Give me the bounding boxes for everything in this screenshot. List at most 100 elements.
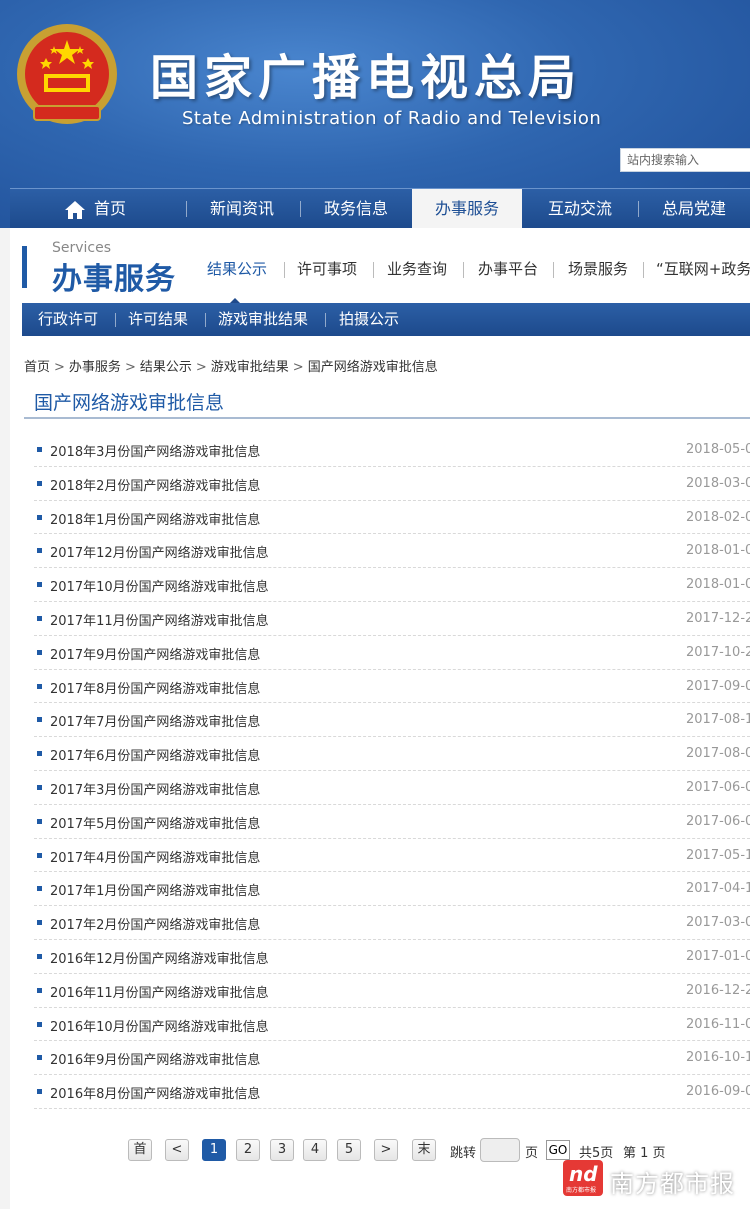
list-item[interactable]: 2017年8月份国产网络游戏审批信息 2017-09-04 [34, 670, 750, 704]
heading-divider [24, 417, 750, 419]
go-button[interactable]: GO [546, 1140, 570, 1160]
nav-services[interactable]: 办事服务 [412, 189, 522, 229]
tab-divider [463, 262, 464, 278]
list-item[interactable]: 2016年9月份国产网络游戏审批信息 2016-10-10 [34, 1041, 750, 1076]
list-item-title[interactable]: 2017年11月份国产网络游戏审批信息 [50, 610, 269, 629]
list-item-title[interactable]: 2017年12月份国产网络游戏审批信息 [50, 542, 269, 561]
list-item-title[interactable]: 2016年10月份国产网络游戏审批信息 [50, 1016, 269, 1035]
page-1-button[interactable]: 1 [202, 1139, 226, 1161]
list-item-title[interactable]: 2017年5月份国产网络游戏审批信息 [50, 813, 260, 832]
breadcrumb-home[interactable]: 首页 [24, 360, 50, 375]
list-item[interactable]: 2017年12月份国产网络游戏审批信息 2018-01-05 [34, 534, 750, 569]
bullet-icon [37, 953, 42, 959]
approval-list: 2018年3月份国产网络游戏审批信息 2018-05-04 2018年2月份国产网… [34, 433, 750, 1109]
home-icon [64, 200, 85, 219]
list-item-date: 2017-06-08 [686, 813, 750, 829]
page-3-button[interactable]: 3 [270, 1139, 294, 1161]
section-title-cn: 办事服务 [52, 262, 176, 297]
list-item[interactable]: 2017年11月份国产网络游戏审批信息 2017-12-22 [34, 602, 750, 636]
tab-service-platform[interactable]: 办事平台 [478, 258, 538, 284]
page-2-button[interactable]: 2 [236, 1139, 260, 1161]
site-subtitle: State Administration of Radio and Televi… [182, 108, 602, 129]
page-unit-label: 页 [525, 1146, 539, 1161]
nav-home[interactable]: 首页 [40, 189, 150, 229]
list-item-title[interactable]: 2017年6月份国产网络游戏审批信息 [50, 745, 260, 764]
bullet-icon [37, 447, 42, 452]
watermark-text: 南方都市报 [610, 1170, 735, 1198]
last-page-button[interactable]: 末 [412, 1139, 436, 1161]
nav-government-info[interactable]: 政务信息 [306, 189, 406, 229]
list-item[interactable]: 2018年2月份国产网络游戏审批信息 2018-03-05 [34, 467, 750, 501]
subnav-filming-publicity[interactable]: 拍摄公示 [339, 303, 399, 336]
jump-page-input[interactable] [480, 1138, 520, 1162]
nav-interaction[interactable]: 互动交流 [528, 189, 632, 229]
list-item-date: 2018-01-05 [686, 543, 750, 559]
breadcrumb-results-publicity[interactable]: 结果公示 [140, 360, 192, 375]
list-item[interactable]: 2018年3月份国产网络游戏审批信息 2018-05-04 [34, 433, 750, 467]
list-item-title[interactable]: 2017年10月份国产网络游戏审批信息 [50, 576, 269, 595]
bullet-icon [37, 683, 42, 689]
list-item[interactable]: 2017年4月份国产网络游戏审批信息 2017-05-10 [34, 839, 750, 873]
nav-party-building[interactable]: 总局党建 [644, 189, 744, 229]
tab-internet-plus[interactable]: “互联网+政务 [656, 258, 750, 284]
list-item[interactable]: 2017年1月份国产网络游戏审批信息 2017-04-18 [34, 872, 750, 907]
list-item-title[interactable]: 2018年1月份国产网络游戏审批信息 [50, 509, 260, 528]
list-item-date: 2017-04-18 [686, 881, 750, 897]
page-4-button[interactable]: 4 [303, 1139, 327, 1161]
tab-permit-items[interactable]: 许可事项 [297, 258, 357, 284]
site-search-input[interactable] [620, 148, 750, 172]
bullet-icon [37, 615, 42, 621]
tab-results-publicity[interactable]: 结果公示 [207, 258, 267, 284]
list-item[interactable]: 2016年8月份国产网络游戏审批信息 2016-09-05 [34, 1075, 750, 1109]
breadcrumb-current[interactable]: 国产网络游戏审批信息 [308, 360, 438, 375]
list-item[interactable]: 2017年7月份国产网络游戏审批信息 2017-08-16 [34, 703, 750, 738]
list-item-title[interactable]: 2016年9月份国产网络游戏审批信息 [50, 1049, 260, 1068]
subnav-permit-results[interactable]: 许可结果 [128, 303, 188, 336]
bullet-icon [37, 480, 42, 486]
subnav-administrative-permit[interactable]: 行政许可 [38, 303, 98, 336]
list-item-title[interactable]: 2018年3月份国产网络游戏审批信息 [50, 441, 260, 460]
bullet-icon [37, 582, 42, 588]
list-item[interactable]: 2017年6月份国产网络游戏审批信息 2017-08-04 [34, 737, 750, 771]
list-item-title[interactable]: 2017年1月份国产网络游戏审批信息 [50, 880, 260, 899]
breadcrumb-game-approval-results[interactable]: 游戏审批结果 [211, 360, 289, 375]
page-5-button[interactable]: 5 [337, 1139, 361, 1161]
nav-divider [300, 201, 301, 217]
list-item[interactable]: 2018年1月份国产网络游戏审批信息 2018-02-02 [34, 501, 750, 535]
list-item-title[interactable]: 2017年7月份国产网络游戏审批信息 [50, 711, 260, 730]
list-item-date: 2018-01-05 [686, 577, 750, 593]
national-emblem-icon[interactable] [14, 22, 120, 134]
subnav-divider [205, 313, 206, 327]
first-page-button[interactable]: 首 [128, 1139, 152, 1161]
bullet-icon [37, 548, 42, 554]
list-item[interactable]: 2017年3月份国产网络游戏审批信息 2017-06-08 [34, 771, 750, 805]
list-item-title[interactable]: 2018年2月份国产网络游戏审批信息 [50, 475, 260, 494]
tab-scene-services[interactable]: 场景服务 [568, 258, 628, 284]
subnav-game-approval-results[interactable]: 游戏审批结果 [218, 303, 308, 336]
list-item[interactable]: 2017年5月份国产网络游戏审批信息 2017-06-08 [34, 805, 750, 839]
list-item[interactable]: 2017年10月份国产网络游戏审批信息 2018-01-05 [34, 568, 750, 602]
list-item-date: 2017-03-03 [686, 915, 750, 931]
list-item[interactable]: 2016年11月份国产网络游戏审批信息 2016-12-20 [34, 974, 750, 1008]
tab-business-query[interactable]: 业务查询 [387, 258, 447, 284]
list-item-title[interactable]: 2017年3月份国产网络游戏审批信息 [50, 779, 260, 798]
prev-page-button[interactable]: < [165, 1139, 189, 1161]
list-item[interactable]: 2017年2月份国产网络游戏审批信息 2017-03-03 [34, 906, 750, 940]
breadcrumb-services[interactable]: 办事服务 [69, 360, 121, 375]
list-item-title[interactable]: 2016年12月份国产网络游戏审批信息 [50, 948, 269, 967]
list-item-title[interactable]: 2017年8月份国产网络游戏审批信息 [50, 678, 260, 697]
list-item-title[interactable]: 2017年9月份国产网络游戏审批信息 [50, 644, 260, 663]
list-item-title[interactable]: 2016年8月份国产网络游戏审批信息 [50, 1083, 260, 1102]
list-item-title[interactable]: 2016年11月份国产网络游戏审批信息 [50, 982, 269, 1001]
list-item-title[interactable]: 2017年2月份国产网络游戏审批信息 [50, 914, 260, 933]
watermark-logo-subtext: 南方都市报 [566, 1187, 597, 1194]
list-item[interactable]: 2016年12月份国产网络游戏审批信息 2017-01-04 [34, 940, 750, 974]
sub-nav: 行政许可 许可结果 游戏审批结果 拍摄公示 [22, 303, 750, 336]
list-item[interactable]: 2016年10月份国产网络游戏审批信息 2016-11-07 [34, 1008, 750, 1042]
list-item-date: 2016-09-05 [686, 1084, 750, 1100]
section-accent-bar [22, 246, 27, 288]
list-item[interactable]: 2017年9月份国产网络游戏审批信息 2017-10-25 [34, 636, 750, 670]
nav-news[interactable]: 新闻资讯 [192, 189, 292, 229]
next-page-button[interactable]: > [374, 1139, 398, 1161]
list-item-title[interactable]: 2017年4月份国产网络游戏审批信息 [50, 847, 260, 866]
